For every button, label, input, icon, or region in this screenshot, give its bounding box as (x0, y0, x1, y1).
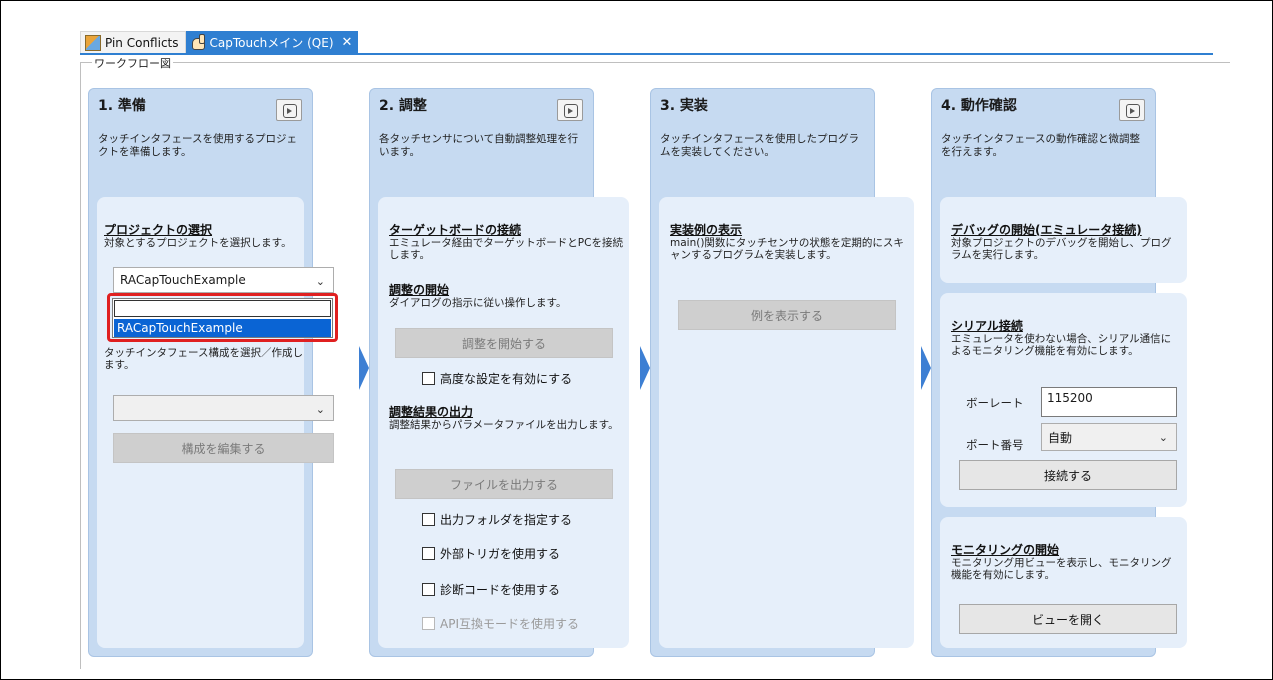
monitor-title: モニタリングの開始 (951, 543, 1060, 557)
debug-desc: 対象プロジェクトのデバッグを開始し、プログラムを実行します。 (951, 237, 1172, 261)
checkbox-box (422, 583, 435, 596)
impl-card: 実装例の表示 main()関数にタッチセンサの状態を定期的にスキャンするプログラ… (659, 197, 914, 648)
checkbox-label: 高度な設定を有効にする (440, 372, 573, 386)
column-prep: 1. 準備 タッチインタフェースを使用するプロジェクトを準備します。 プロジェク… (88, 88, 334, 657)
api-compat-checkbox[interactable]: API互換モードを使用する (422, 615, 579, 632)
video-icon[interactable] (1119, 99, 1145, 121)
prep-card: プロジェクトの選択 対象とするプロジェクトを選択します。 RACapTouchE… (97, 197, 334, 648)
example-title: 実装例の表示 (670, 223, 743, 237)
flow-arrow-icon (921, 346, 931, 390)
column-title: 1. 準備 (98, 98, 146, 114)
port-select[interactable]: 自動 ⌄ (1041, 423, 1177, 451)
port-select-value: 自動 (1048, 430, 1073, 445)
output-title: 調整結果の出力 (389, 405, 474, 419)
close-icon[interactable]: ✕ (342, 35, 353, 50)
config-desc: タッチインタフェース構成を選択／作成します。 (104, 347, 303, 371)
column-impl: 3. 実装 タッチインタフェースを使用したプログラムを実装してください。 実装例… (650, 88, 914, 657)
board-connect-title: ターゲットボードの接続 (389, 223, 522, 237)
board-connect-desc: エミュレータ経由でターゲットボードとPCを接続します。 (389, 237, 623, 261)
checkbox-box (422, 513, 435, 526)
project-select-value: RACapTouchExample (120, 273, 246, 287)
output-desc: 調整結果からパラメータファイルを出力します。 (389, 419, 619, 431)
column-description: タッチインタフェースの動作確認と微調整を行えます。 (941, 133, 1140, 158)
chevron-down-icon: ⌄ (315, 403, 325, 416)
project-select-desc: 対象とするプロジェクトを選択します。 (104, 237, 292, 249)
serial-card: シリアル接続 エミュレータを使わない場合、シリアル通信によるモニタリング機能を有… (940, 293, 1187, 507)
debug-card: デバッグの開始(エミュレータ接続) 対象プロジェクトのデバッグを開始し、プログラ… (940, 197, 1187, 283)
show-example-button[interactable]: 例を表示する (678, 300, 896, 330)
advanced-settings-checkbox[interactable]: 高度な設定を有効にする (422, 370, 572, 387)
checkbox-label: API互換モードを使用する (440, 617, 579, 631)
hand-touch-icon (190, 34, 206, 50)
column-description: タッチインタフェースを使用するプロジェクトを準備します。 (98, 133, 297, 158)
tune-start-title: 調整の開始 (389, 283, 450, 297)
chevron-down-icon: ⌄ (315, 275, 325, 288)
checkbox-box (422, 617, 435, 630)
red-highlight-annotation (107, 293, 338, 342)
config-select[interactable]: ⌄ (113, 395, 334, 421)
flow-arrow-icon (640, 346, 650, 390)
external-trigger-checkbox[interactable]: 外部トリガを使用する (422, 545, 560, 562)
tune-start-desc: ダイアログの指示に従い操作します。 (389, 297, 567, 309)
checkbox-box (422, 372, 435, 385)
serial-desc: エミュレータを使わない場合、シリアル通信によるモニタリング機能を有効にします。 (951, 333, 1172, 357)
diagnostic-code-checkbox[interactable]: 診断コードを使用する (422, 581, 560, 598)
tab-label: CapTouchメイン (QE) (209, 35, 334, 50)
output-file-button[interactable]: ファイルを出力する (395, 469, 613, 499)
pin-conflicts-icon (85, 34, 101, 51)
checkbox-label: 出力フォルダを指定する (440, 513, 573, 527)
flow-arrow-icon (359, 346, 369, 390)
column-title: 2. 調整 (379, 98, 427, 114)
editor-tab-bar: Pin Conflicts CapTouchメイン (QE) ✕ (80, 31, 359, 53)
example-desc: main()関数にタッチセンサの状態を定期的にスキャンするプログラムを実装します… (670, 237, 904, 261)
column-description: タッチインタフェースを使用したプログラムを実装してください。 (660, 133, 859, 158)
debug-title: デバッグの開始(エミュレータ接続) (951, 223, 1142, 237)
edit-config-button[interactable]: 構成を編集する (113, 433, 334, 463)
output-folder-checkbox[interactable]: 出力フォルダを指定する (422, 511, 572, 528)
checkbox-label: 診断コードを使用する (440, 583, 561, 597)
column-title: 4. 動作確認 (941, 98, 1017, 114)
video-icon[interactable] (276, 99, 302, 121)
tab-captouch-main[interactable]: CapTouchメイン (QE) ✕ (185, 31, 359, 53)
monitor-desc: モニタリング用ビューを表示し、モニタリング機能を有効にします。 (951, 557, 1172, 581)
column-tune: 2. 調整 各タッチセンサについて自動調整処理を行います。 ターゲットボードの接… (369, 88, 629, 657)
tab-label: Pin Conflicts (105, 35, 179, 50)
tab-underline (80, 53, 1213, 55)
tune-card: ターゲットボードの接続 エミュレータ経由でターゲットボードとPCを接続します。 … (378, 197, 629, 648)
connect-button[interactable]: 接続する (959, 460, 1177, 490)
column-description: 各タッチセンサについて自動調整処理を行います。 (379, 133, 579, 158)
open-view-button[interactable]: ビューを開く (959, 604, 1177, 634)
serial-title: シリアル接続 (951, 319, 1023, 333)
video-icon[interactable] (557, 99, 583, 121)
checkbox-label: 外部トリガを使用する (440, 547, 561, 561)
project-select-title: プロジェクトの選択 (104, 223, 213, 237)
baud-rate-input[interactable]: 115200 (1041, 387, 1177, 417)
chevron-down-icon: ⌄ (1158, 431, 1168, 444)
column-verify: 4. 動作確認 タッチインタフェースの動作確認と微調整を行えます。 デバッグの開… (931, 88, 1187, 657)
column-title: 3. 実装 (660, 98, 708, 114)
project-select[interactable]: RACapTouchExample ⌄ (113, 267, 334, 293)
baud-rate-label: ボーレート (966, 396, 1024, 410)
tab-pin-conflicts[interactable]: Pin Conflicts (80, 31, 186, 53)
checkbox-box (422, 547, 435, 560)
workflow-label: ワークフロー図 (92, 55, 173, 71)
monitor-card: モニタリングの開始 モニタリング用ビューを表示し、モニタリング機能を有効にします… (940, 517, 1187, 648)
port-label: ポート番号 (966, 438, 1024, 452)
start-tuning-button[interactable]: 調整を開始する (395, 328, 613, 358)
